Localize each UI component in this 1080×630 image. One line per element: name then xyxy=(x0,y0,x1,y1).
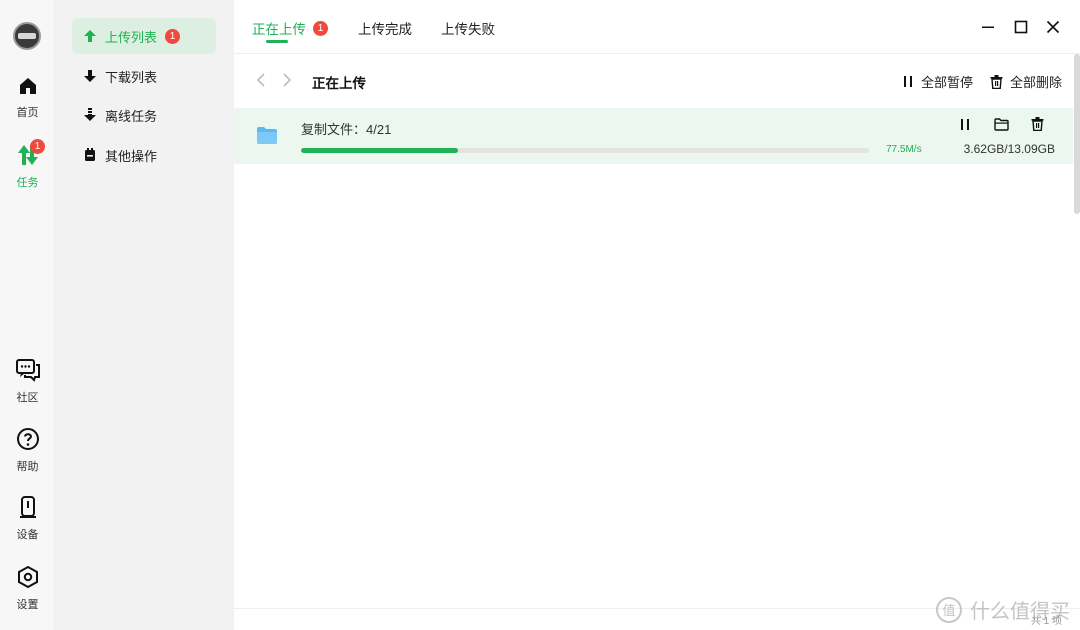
folder-icon xyxy=(257,127,277,144)
open-folder-icon xyxy=(993,117,1009,131)
page-title: 正在上传 xyxy=(312,76,366,91)
rail-item-community[interactable]: 社区 xyxy=(0,358,55,405)
tab-upload-complete[interactable]: 上传完成 xyxy=(358,18,412,38)
back-button[interactable] xyxy=(254,72,268,88)
main-panel: 正在上传 1 上传完成 上传失败 正在上传 全部暂停 全部删除 复制文件：4/2… xyxy=(234,0,1080,630)
transfer-sidebar: 上传列表 1 下载列表 离线任务 其他操作 xyxy=(55,0,234,630)
rail-item-help[interactable]: 帮助 xyxy=(0,427,55,474)
delete-all-label: 全部删除 xyxy=(1010,75,1063,90)
close-button[interactable] xyxy=(1043,17,1063,37)
tab-bar: 正在上传 1 上传完成 上传失败 xyxy=(234,0,1080,54)
tab-uploading[interactable]: 正在上传 1 xyxy=(252,18,328,38)
rail-badge-tasks: 1 xyxy=(30,139,45,154)
rail-item-tasks[interactable]: 1 任务 xyxy=(0,139,55,190)
maximize-button[interactable] xyxy=(1011,17,1031,37)
pause-all-button[interactable]: 全部暂停 xyxy=(902,72,973,91)
pause-all-label: 全部暂停 xyxy=(921,75,974,90)
tab-badge: 1 xyxy=(313,20,328,36)
download-arrow-icon xyxy=(82,68,98,84)
chevron-left-icon xyxy=(256,73,265,87)
transfer-size: 3.62GB/13.09GB xyxy=(963,142,1055,156)
pause-icon xyxy=(961,118,969,130)
item-count: 共 1 项 xyxy=(1030,616,1062,627)
pause-task-button[interactable] xyxy=(957,116,973,132)
settings-hexagon-icon xyxy=(17,565,38,589)
tab-upload-failed[interactable]: 上传失败 xyxy=(441,18,495,38)
rail-item-home[interactable]: 首页 xyxy=(0,75,55,120)
sidebar-item-upload-list[interactable]: 上传列表 1 xyxy=(72,18,216,54)
question-circle-icon xyxy=(16,428,39,450)
rail-item-settings[interactable]: 设置 xyxy=(0,565,55,612)
sidebar-item-label: 离线任务 xyxy=(105,108,158,124)
upload-task-row[interactable]: 复制文件：4/21 77.5M/s 3.62GB/13.09GB xyxy=(234,108,1073,164)
progress-bar xyxy=(301,148,869,153)
pause-icon xyxy=(904,76,912,87)
sidebar-item-download-list[interactable]: 下载列表 xyxy=(72,58,216,94)
sidebar-item-other-ops[interactable]: 其他操作 xyxy=(72,137,216,173)
trash-icon xyxy=(1031,117,1043,131)
minimize-icon xyxy=(982,26,994,28)
sidebar-item-label: 其他操作 xyxy=(105,148,158,164)
chevron-right-icon xyxy=(283,73,292,87)
rail-label-help: 帮助 xyxy=(16,461,39,473)
active-tab-indicator xyxy=(266,40,288,43)
minimize-button[interactable] xyxy=(978,17,998,37)
open-folder-button[interactable] xyxy=(993,116,1009,132)
close-icon xyxy=(1046,20,1060,34)
watermark-icon: 值 xyxy=(936,596,962,623)
upload-count-badge: 1 xyxy=(165,28,181,44)
rail-item-devices[interactable]: 设备 xyxy=(0,495,55,542)
task-name: 复制文件：4/21 xyxy=(301,122,392,137)
rail-label-devices: 设备 xyxy=(16,529,39,541)
trash-icon xyxy=(990,74,1003,89)
tab-label: 正在上传 xyxy=(252,22,306,37)
sidebar-item-label: 上传列表 xyxy=(105,29,158,45)
delete-task-button[interactable] xyxy=(1029,116,1045,132)
list-toolbar: 正在上传 全部暂停 全部删除 xyxy=(234,54,1080,106)
delete-all-button[interactable]: 全部删除 xyxy=(990,72,1062,91)
progress-fill xyxy=(301,148,459,153)
rail-label-settings: 设置 xyxy=(16,599,39,611)
avatar[interactable] xyxy=(13,22,41,50)
maximize-icon xyxy=(1014,20,1028,34)
tab-label: 上传完成 xyxy=(358,22,412,37)
device-icon xyxy=(19,496,36,518)
transfer-speed: 77.5M/s xyxy=(886,144,922,155)
offline-download-icon xyxy=(82,107,98,123)
forward-button[interactable] xyxy=(280,72,294,88)
scrollbar[interactable] xyxy=(1074,54,1080,214)
sidebar-item-offline-tasks[interactable]: 离线任务 xyxy=(72,97,216,133)
left-rail: 首页 1 任务 社区 帮助 设备 设置 xyxy=(0,0,55,630)
chat-bubbles-icon xyxy=(15,359,40,382)
clipboard-icon xyxy=(82,147,98,163)
home-icon xyxy=(19,78,36,94)
tab-label: 上传失败 xyxy=(441,22,495,37)
rail-label-home: 首页 xyxy=(16,107,39,119)
upload-arrow-icon xyxy=(82,28,98,44)
sidebar-item-label: 下载列表 xyxy=(105,69,158,85)
rail-label-community: 社区 xyxy=(16,392,39,404)
rail-label-tasks: 任务 xyxy=(16,177,39,189)
